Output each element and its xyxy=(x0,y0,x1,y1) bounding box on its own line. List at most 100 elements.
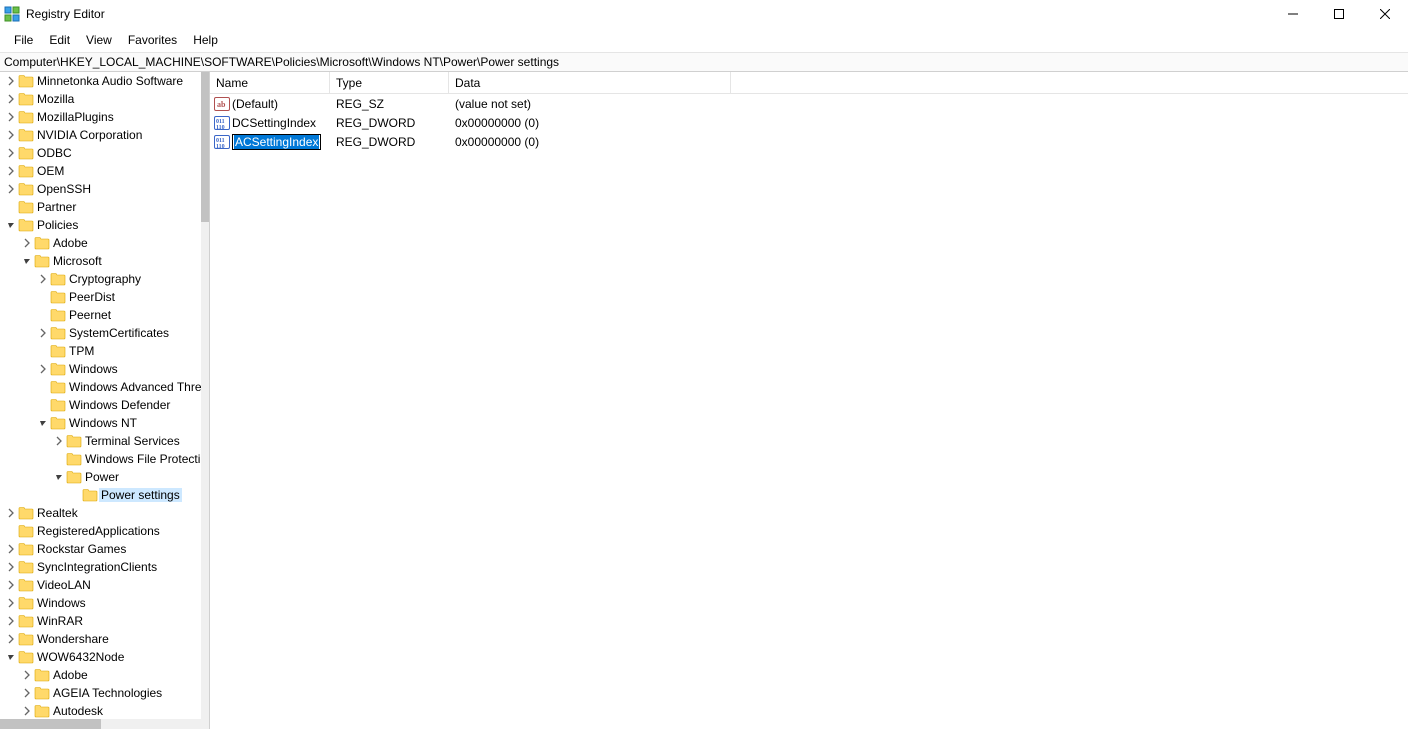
tree-node[interactable]: Adobe xyxy=(0,666,201,684)
app-icon xyxy=(4,6,20,22)
expand-icon[interactable] xyxy=(36,272,50,286)
expand-icon[interactable] xyxy=(4,92,18,106)
expand-icon[interactable] xyxy=(4,146,18,160)
tree-node[interactable]: Wondershare xyxy=(0,630,201,648)
folder-icon xyxy=(50,379,66,395)
tree-horizontal-scrollbar[interactable] xyxy=(0,719,201,729)
tree-node[interactable]: Peernet xyxy=(0,306,201,324)
window-controls xyxy=(1270,0,1408,28)
expand-icon[interactable] xyxy=(36,362,50,376)
expand-icon[interactable] xyxy=(20,704,34,718)
tree-node[interactable]: SyncIntegrationClients xyxy=(0,558,201,576)
address-path: Computer\HKEY_LOCAL_MACHINE\SOFTWARE\Pol… xyxy=(4,55,559,69)
tree-node[interactable]: OEM xyxy=(0,162,201,180)
tree-node[interactable]: VideoLAN xyxy=(0,576,201,594)
expand-icon[interactable] xyxy=(52,434,66,448)
tree-node[interactable]: OpenSSH xyxy=(0,180,201,198)
expand-icon[interactable] xyxy=(4,542,18,556)
values-rows[interactable]: (Default)REG_SZ(value not set)DCSettingI… xyxy=(210,94,1408,151)
tree-node[interactable]: Cryptography xyxy=(0,270,201,288)
value-row[interactable]: DCSettingIndexREG_DWORD0x00000000 (0) xyxy=(210,113,1408,132)
expand-icon[interactable] xyxy=(20,686,34,700)
tree-node[interactable]: Terminal Services xyxy=(0,432,201,450)
tree-node[interactable]: Power settings xyxy=(0,486,201,504)
collapse-icon[interactable] xyxy=(4,650,18,664)
expand-icon[interactable] xyxy=(4,632,18,646)
tree-node[interactable]: AGEIA Technologies xyxy=(0,684,201,702)
tree-node[interactable]: MozillaPlugins xyxy=(0,108,201,126)
menu-help[interactable]: Help xyxy=(185,30,226,50)
registry-tree[interactable]: Minnetonka Audio SoftwareMozillaMozillaP… xyxy=(0,72,201,720)
tree-node[interactable]: Realtek xyxy=(0,504,201,522)
expand-icon[interactable] xyxy=(4,110,18,124)
tree-node[interactable]: Microsoft xyxy=(0,252,201,270)
menu-edit[interactable]: Edit xyxy=(41,30,78,50)
collapse-icon[interactable] xyxy=(20,254,34,268)
tree-node-label: Cryptography xyxy=(69,272,141,286)
tree-node[interactable]: Windows Defender xyxy=(0,396,201,414)
expand-icon[interactable] xyxy=(4,128,18,142)
expand-icon[interactable] xyxy=(4,578,18,592)
tree-node[interactable]: WinRAR xyxy=(0,612,201,630)
column-header-type[interactable]: Type xyxy=(330,72,449,93)
expand-icon[interactable] xyxy=(4,74,18,88)
tree-node[interactable]: Rockstar Games xyxy=(0,540,201,558)
tree-node[interactable]: Autodesk xyxy=(0,702,201,720)
expand-icon[interactable] xyxy=(4,596,18,610)
tree-node[interactable]: RegisteredApplications xyxy=(0,522,201,540)
tree-node[interactable]: Mozilla xyxy=(0,90,201,108)
address-bar[interactable]: Computer\HKEY_LOCAL_MACHINE\SOFTWARE\Pol… xyxy=(0,52,1408,72)
tree-node[interactable]: ODBC xyxy=(0,144,201,162)
tree-node[interactable]: WOW6432Node xyxy=(0,648,201,666)
expand-icon[interactable] xyxy=(36,326,50,340)
tree-vertical-scrollbar[interactable] xyxy=(201,72,209,729)
expand-icon[interactable] xyxy=(20,236,34,250)
menu-view[interactable]: View xyxy=(78,30,120,50)
tree-node[interactable]: Minnetonka Audio Software xyxy=(0,72,201,90)
tree-node[interactable]: PeerDist xyxy=(0,288,201,306)
tree-node[interactable]: SystemCertificates xyxy=(0,324,201,342)
tree-node[interactable]: Windows Advanced Thre xyxy=(0,378,201,396)
value-data: (value not set) xyxy=(449,97,731,111)
tree-node[interactable]: TPM xyxy=(0,342,201,360)
tree-node[interactable]: Adobe xyxy=(0,234,201,252)
expand-icon[interactable] xyxy=(4,506,18,520)
expand-icon[interactable] xyxy=(4,164,18,178)
tree-horizontal-scrollbar-thumb[interactable] xyxy=(0,719,101,729)
tree-node[interactable]: Policies xyxy=(0,216,201,234)
collapse-icon[interactable] xyxy=(52,470,66,484)
tree-node-label: OEM xyxy=(37,164,64,178)
menu-favorites[interactable]: Favorites xyxy=(120,30,185,50)
tree-node-label: Windows xyxy=(69,362,118,376)
expand-icon[interactable] xyxy=(20,668,34,682)
tree-node[interactable]: Power xyxy=(0,468,201,486)
tree-node[interactable]: Windows File Protecti xyxy=(0,450,201,468)
folder-icon xyxy=(18,559,34,575)
tree-node[interactable]: Windows NT xyxy=(0,414,201,432)
value-row[interactable]: ACSettingIndexREG_DWORD0x00000000 (0) xyxy=(210,132,1408,151)
tree-vertical-scrollbar-thumb[interactable] xyxy=(201,72,209,222)
value-row[interactable]: (Default)REG_SZ(value not set) xyxy=(210,94,1408,113)
column-header-name[interactable]: Name xyxy=(210,72,330,93)
menu-file[interactable]: File xyxy=(6,30,41,50)
folder-icon xyxy=(34,235,50,251)
tree-node-label: Peernet xyxy=(69,308,111,322)
collapse-icon[interactable] xyxy=(36,416,50,430)
expand-icon[interactable] xyxy=(4,182,18,196)
expand-icon[interactable] xyxy=(4,560,18,574)
rename-input[interactable]: ACSettingIndex xyxy=(232,134,321,150)
close-button[interactable] xyxy=(1362,0,1408,28)
folder-icon xyxy=(50,361,66,377)
tree-node[interactable]: Windows xyxy=(0,360,201,378)
maximize-button[interactable] xyxy=(1316,0,1362,28)
folder-icon xyxy=(18,73,34,89)
column-header-data[interactable]: Data xyxy=(449,72,731,93)
minimize-button[interactable] xyxy=(1270,0,1316,28)
tree-node[interactable]: Windows xyxy=(0,594,201,612)
value-data: 0x00000000 (0) xyxy=(449,116,731,130)
collapse-icon[interactable] xyxy=(4,218,18,232)
expand-icon[interactable] xyxy=(4,614,18,628)
tree-node[interactable]: Partner xyxy=(0,198,201,216)
rename-input-selection: ACSettingIndex xyxy=(234,135,319,149)
tree-node[interactable]: NVIDIA Corporation xyxy=(0,126,201,144)
